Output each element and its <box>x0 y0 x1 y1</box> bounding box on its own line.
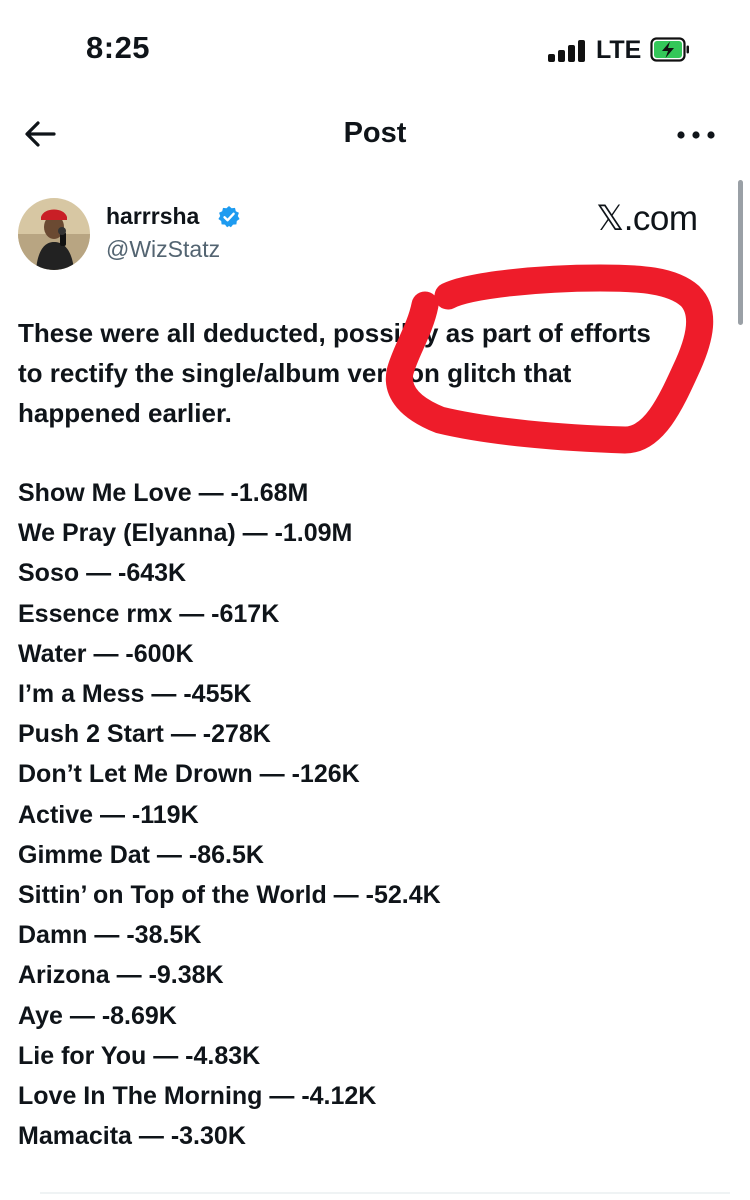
page-title: Post <box>343 117 407 149</box>
track-item: Love In The Morning — -4.12K <box>18 1082 377 1111</box>
divider <box>40 1192 730 1194</box>
status-time: 8:25 <box>86 30 151 65</box>
status-bar: 8:25 LTE <box>0 0 750 100</box>
track-item: Lie for You — -4.83K <box>18 1041 261 1070</box>
carrier-label: LTE <box>596 36 642 64</box>
track-item: We Pray (Elyanna) — -1.09M <box>18 519 353 548</box>
x-com-brand: 𝕏.com <box>596 199 698 238</box>
track-item: Active — -119K <box>18 800 199 829</box>
author-display-name[interactable]: harrrsha <box>106 203 199 230</box>
cellular-signal-icon <box>548 40 590 62</box>
track-item: Arizona — -9.38K <box>18 961 224 990</box>
track-item: Sittin’ on Top of the World — -52.4K <box>18 881 441 910</box>
track-item: Water — -600K <box>18 639 194 668</box>
track-item: Show Me Love — -1.68M <box>18 479 309 507</box>
nav-bar: Post <box>0 100 750 166</box>
track-item: Damn — -38.5K <box>18 921 202 950</box>
post-text-line: happened earlier. <box>18 398 232 428</box>
track-item: Soso — -643K <box>18 559 187 588</box>
track-list: Show Me Love — -1.68M We Pray (Elyanna) … <box>18 473 738 1156</box>
scrollbar[interactable] <box>738 180 743 325</box>
post-text: These were all deducted, possibly as par… <box>18 313 738 433</box>
ellipsis-icon[interactable] <box>676 130 716 140</box>
battery-charging-icon <box>650 37 689 62</box>
post-text-line: to rectify the single/album version glit… <box>18 358 572 388</box>
author-handle[interactable]: @WizStatz <box>106 236 220 263</box>
verified-badge-icon <box>218 206 240 228</box>
track-item: Mamacita — -3.30K <box>18 1122 246 1151</box>
track-item: Essence rmx — -617K <box>18 599 280 628</box>
track-item: Don’t Let Me Drown — -126K <box>18 760 360 789</box>
track-item: Push 2 Start — -278K <box>18 720 271 749</box>
avatar[interactable] <box>18 198 90 270</box>
post-text-line: These were all deducted, possibly as par… <box>18 318 651 348</box>
track-item: Aye — -8.69K <box>18 1001 177 1030</box>
track-item: I’m a Mess — -455K <box>18 680 252 709</box>
track-item: Gimme Dat — -86.5K <box>18 840 264 869</box>
